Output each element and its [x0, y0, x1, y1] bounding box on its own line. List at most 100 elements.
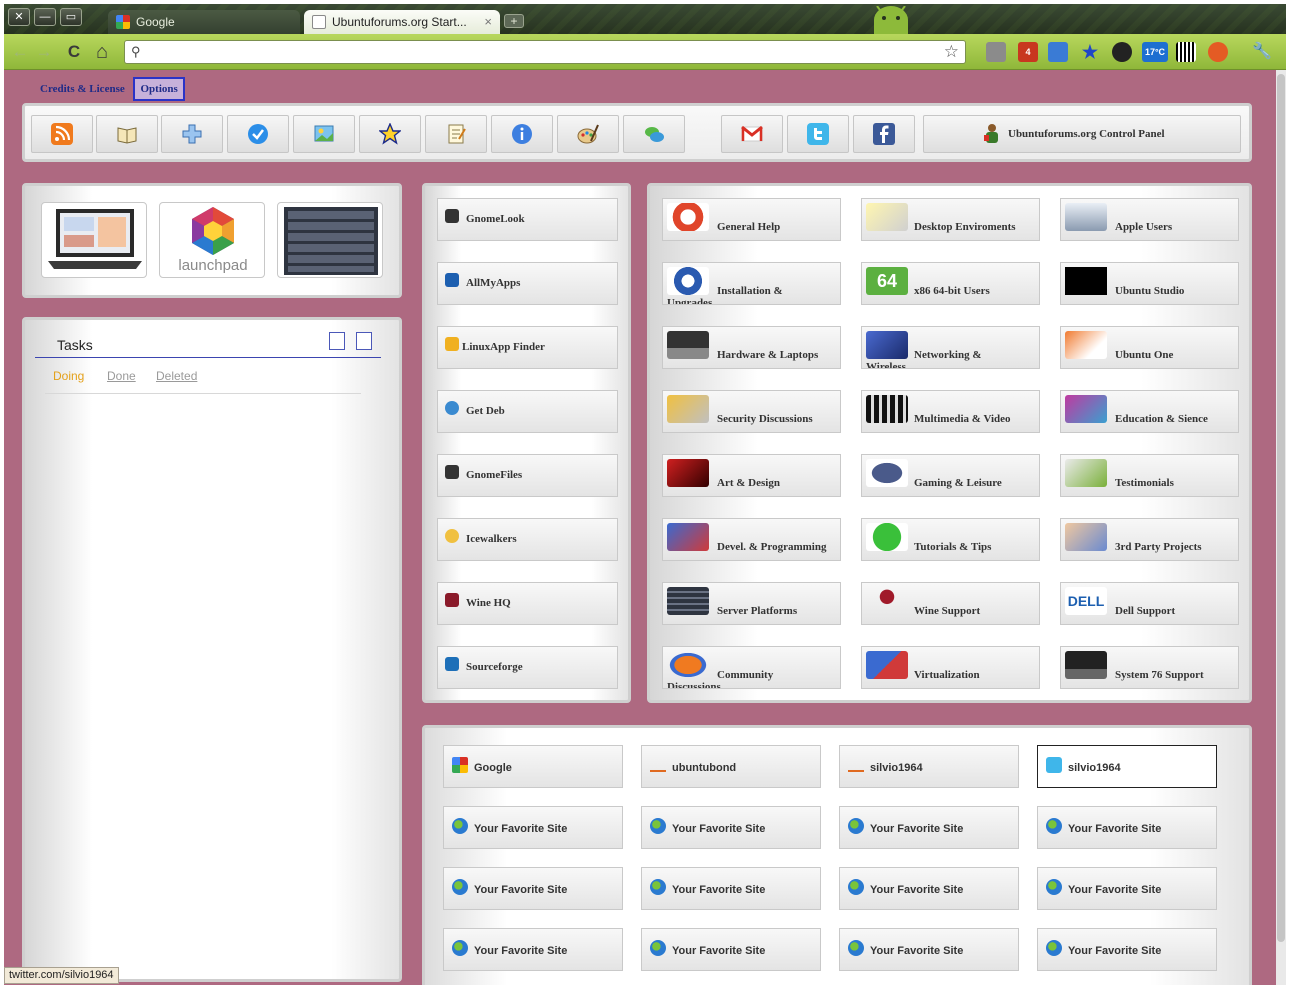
mail-checker-icon[interactable] — [986, 42, 1006, 62]
home-icon[interactable]: ⌂ — [92, 42, 112, 62]
rss-button[interactable] — [31, 115, 93, 153]
laptop-image[interactable] — [41, 202, 147, 278]
forum-desktop-environments[interactable]: Desktop Enviroments — [861, 198, 1040, 241]
forum-x86-64bit[interactable]: 64 x86 64-bit Users — [861, 262, 1040, 305]
forum-hardware-laptops[interactable]: Hardware & Laptops — [662, 326, 841, 369]
window-close-icon[interactable]: ✕ — [8, 8, 30, 26]
forum-ubuntu-one[interactable]: Ubuntu One — [1060, 326, 1239, 369]
new-tab-button[interactable]: + — [504, 14, 524, 28]
translate-icon[interactable] — [1048, 42, 1068, 62]
favorite-site-slot[interactable]: Your Favorite Site — [641, 806, 821, 849]
credits-link[interactable]: Credits & License — [40, 79, 125, 99]
app-link-linuxapp-finder[interactable]: LinuxApp Finder — [437, 326, 618, 369]
app-link-allmyapps[interactable]: AllMyApps — [437, 262, 618, 305]
favorite-site-slot[interactable]: Your Favorite Site — [641, 928, 821, 971]
forum-ubuntu-studio[interactable]: Ubuntu Studio — [1060, 262, 1239, 305]
forum-security-discussions[interactable]: Security Discussions — [662, 390, 841, 433]
forum-system76-support[interactable]: System 76 Support — [1060, 646, 1239, 689]
window-minimize-icon[interactable]: — — [34, 8, 56, 26]
favorite-silvio1964[interactable]: silvio1964 — [839, 745, 1019, 788]
reload-icon[interactable]: C — [64, 42, 84, 62]
tab-ubuntuforums[interactable]: Ubuntuforums.org Start... × — [304, 10, 500, 34]
photo-icon — [314, 125, 334, 142]
favorite-site-slot[interactable]: Your Favorite Site — [443, 928, 623, 971]
forum-wine-support[interactable]: Wine Support — [861, 582, 1040, 625]
tab-google[interactable]: Google — [108, 10, 300, 34]
app-link-winehq[interactable]: Wine HQ — [437, 582, 618, 625]
favorite-site-slot[interactable]: Your Favorite Site — [1037, 928, 1217, 971]
globe-icon — [1046, 879, 1062, 895]
tasks-tab-done[interactable]: Done — [107, 369, 136, 383]
favorite-site-slot[interactable]: Your Favorite Site — [443, 867, 623, 910]
app-link-getdeb[interactable]: Get Deb — [437, 390, 618, 433]
app-link-sourceforge[interactable]: Sourceforge — [437, 646, 618, 689]
forum-networking-wireless[interactable]: Networking & Wireless — [861, 326, 1040, 369]
twitter-button[interactable] — [787, 115, 849, 153]
facebook-button[interactable] — [853, 115, 915, 153]
gmail-button[interactable] — [721, 115, 783, 153]
wrench-icon[interactable]: 🔧 — [1252, 42, 1272, 62]
camera-icon[interactable] — [1112, 42, 1132, 62]
tasks-tab-deleted[interactable]: Deleted — [156, 369, 197, 383]
favorite-silvio1964-twitter[interactable]: silvio1964 — [1037, 745, 1217, 788]
tab-close-icon[interactable]: × — [484, 10, 492, 34]
options-link[interactable]: Options — [133, 77, 185, 101]
forward-arrow-icon[interactable]: → — [34, 42, 54, 62]
favorite-site-slot[interactable]: Your Favorite Site — [443, 806, 623, 849]
app-link-gnomelook[interactable]: GnomeLook — [437, 198, 618, 241]
star-button[interactable] — [359, 115, 421, 153]
chat-button[interactable] — [623, 115, 685, 153]
forum-education-science[interactable]: Education & Sience — [1060, 390, 1239, 433]
notepad-button[interactable] — [425, 115, 487, 153]
forum-installation-upgrades[interactable]: Installation & Upgrades — [662, 262, 841, 305]
window-restore-icon[interactable]: ▭ — [60, 8, 82, 26]
bookmark-star-icon[interactable]: ☆ — [944, 42, 959, 62]
favorite-site-slot[interactable]: Your Favorite Site — [1037, 867, 1217, 910]
app-label: GnomeLook — [466, 213, 525, 225]
photo-button[interactable] — [293, 115, 355, 153]
favorite-site-slot[interactable]: Your Favorite Site — [839, 928, 1019, 971]
control-panel-button[interactable]: Ubuntuforums.org Control Panel — [923, 115, 1241, 153]
forum-server-platforms[interactable]: Server Platforms — [662, 582, 841, 625]
paint-button[interactable] — [557, 115, 619, 153]
page-scrollbar[interactable] — [1276, 70, 1286, 985]
check-button[interactable] — [227, 115, 289, 153]
forum-virtualization[interactable]: Virtualization — [861, 646, 1040, 689]
forum-community-discussions[interactable]: Community Discussions — [662, 646, 841, 689]
favorites-star-icon[interactable]: ★ — [1080, 42, 1100, 62]
back-arrow-icon[interactable]: ← — [10, 42, 30, 62]
favorite-ubuntubond[interactable]: ubuntubond — [641, 745, 821, 788]
favorite-google[interactable]: Google — [443, 745, 623, 788]
forum-gaming-leisure[interactable]: Gaming & Leisure — [861, 454, 1040, 497]
forum-art-design[interactable]: Art & Design — [662, 454, 841, 497]
book-button[interactable] — [96, 115, 158, 153]
weather-icon[interactable]: 17°C — [1142, 42, 1168, 62]
ubuntu-icon[interactable] — [1208, 42, 1228, 62]
forum-multimedia-video[interactable]: Multimedia & Video — [861, 390, 1040, 433]
forum-general-help[interactable]: General Help — [662, 198, 841, 241]
programming-icon — [667, 523, 709, 551]
forum-tutorials-tips[interactable]: Tutorials & Tips — [861, 518, 1040, 561]
app-link-icewalkers[interactable]: Icewalkers — [437, 518, 618, 561]
new-task-icon[interactable] — [356, 332, 372, 350]
notifier-icon[interactable]: 4 — [1018, 42, 1038, 62]
favorite-site-slot[interactable]: Your Favorite Site — [641, 867, 821, 910]
forum-3rd-party-projects[interactable]: 3rd Party Projects — [1060, 518, 1239, 561]
qr-code-icon[interactable] — [1176, 42, 1196, 62]
add-button[interactable] — [161, 115, 223, 153]
task-list-icon[interactable] — [329, 332, 345, 350]
launchpad-logo[interactable]: launchpad — [159, 202, 265, 278]
app-link-gnomefiles[interactable]: GnomeFiles — [437, 454, 618, 497]
forum-testimonials[interactable]: Testimonials — [1060, 454, 1239, 497]
forum-dell-support[interactable]: DELL Dell Support — [1060, 582, 1239, 625]
favorite-site-slot[interactable]: Your Favorite Site — [839, 867, 1019, 910]
favorite-site-slot[interactable]: Your Favorite Site — [839, 806, 1019, 849]
omnibox[interactable]: ⚲ ☆ — [124, 40, 966, 64]
forum-devel-programming[interactable]: Devel. & Programming — [662, 518, 841, 561]
tasks-tab-doing[interactable]: Doing — [53, 369, 84, 383]
info-button[interactable] — [491, 115, 553, 153]
scrollbar-thumb[interactable] — [1277, 74, 1285, 942]
server-rack-image[interactable] — [277, 202, 383, 278]
favorite-site-slot[interactable]: Your Favorite Site — [1037, 806, 1217, 849]
forum-apple-users[interactable]: Apple Users — [1060, 198, 1239, 241]
